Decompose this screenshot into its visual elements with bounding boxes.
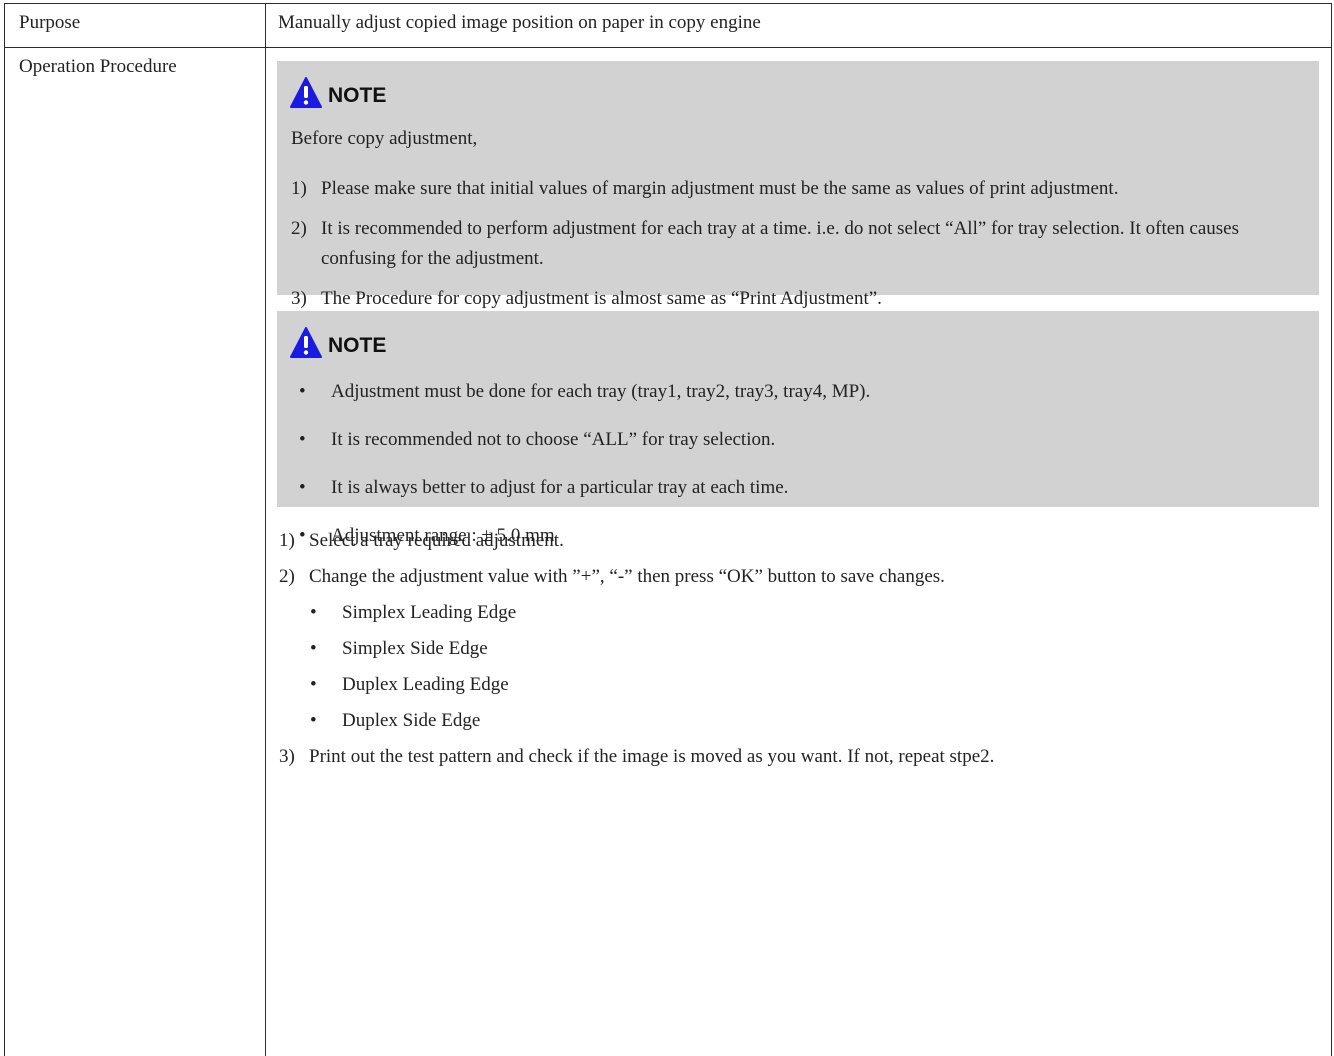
procedure-table: Purpose Manually adjust copied image pos… <box>4 3 1332 1056</box>
note-bullet: •It is always better to adjust for a par… <box>277 464 1319 512</box>
procedure-steps: 1) Select a tray required adjustment. 2)… <box>277 523 1319 775</box>
purpose-value: Manually adjust copied image position on… <box>266 4 1332 48</box>
warning-icon <box>289 76 323 110</box>
sub-item: •Simplex Leading Edge <box>277 595 1319 631</box>
purpose-row: Purpose Manually adjust copied image pos… <box>5 4 1332 48</box>
purpose-label: Purpose <box>5 4 266 48</box>
note-item: 2) It is recommended to perform adjustme… <box>277 214 1319 274</box>
note-item: 1) Please make sure that initial values … <box>277 174 1319 204</box>
warning-icon <box>289 326 323 360</box>
note-item: 3) The Procedure for copy adjustment is … <box>277 284 1319 314</box>
note-box-1: NOTE Before copy adjustment, 1) Please m… <box>277 61 1319 295</box>
note-intro: Before copy adjustment, <box>277 114 1319 166</box>
step-item: 2) Change the adjustment value with ”+”,… <box>277 559 1319 595</box>
note-bullet: •It is recommended not to choose “ALL” f… <box>277 416 1319 464</box>
note-title: NOTE <box>328 334 386 358</box>
note-box-2: NOTE •Adjustment must be done for each t… <box>277 311 1319 507</box>
sub-item: •Duplex Leading Edge <box>277 667 1319 703</box>
note-bullet: •Adjustment must be done for each tray (… <box>277 368 1319 416</box>
operation-content: NOTE Before copy adjustment, 1) Please m… <box>266 48 1332 1056</box>
sub-item: •Duplex Side Edge <box>277 703 1319 739</box>
step-item: 3) Print out the test pattern and check … <box>277 739 1319 775</box>
operation-row: Operation Procedure NOTE Before copy adj… <box>5 48 1332 1056</box>
note-title: NOTE <box>328 84 386 108</box>
operation-label: Operation Procedure <box>5 48 266 1056</box>
sub-item: •Simplex Side Edge <box>277 631 1319 667</box>
